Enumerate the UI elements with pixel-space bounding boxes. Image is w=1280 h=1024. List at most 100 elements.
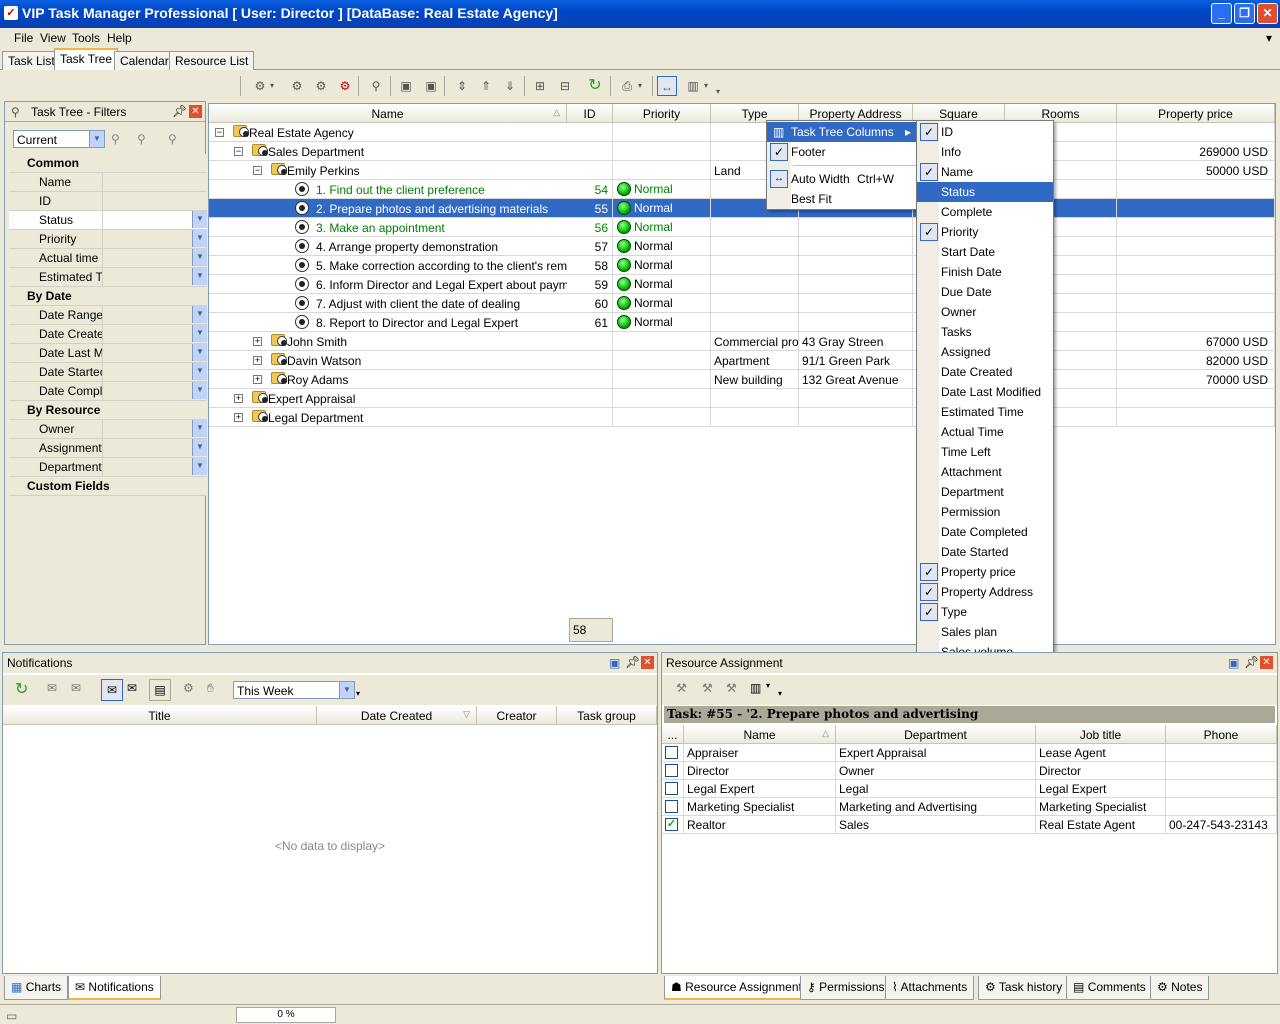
tree-row[interactable]: − Real Estate Agency [209, 123, 1275, 142]
view-task-icon[interactable]: ⚙ [183, 681, 194, 695]
tab-resource-list[interactable]: Resource List [169, 51, 255, 70]
column-toggle-item[interactable]: Sales plan [917, 622, 1053, 642]
column-header-name[interactable]: Name △ [684, 725, 836, 744]
filter-value[interactable]: ▼ [103, 363, 207, 381]
menu-task-tree-columns[interactable]: ▥ Task Tree Columns ▸ [767, 122, 917, 142]
menu-help[interactable]: Help [107, 31, 132, 45]
clear-filter-icon[interactable]: ⚲ [168, 132, 177, 146]
chevron-down-icon[interactable]: ▼ [192, 249, 207, 266]
filter-row[interactable]: Date Last M ▼ [9, 344, 207, 363]
tree-row[interactable]: 54 Normal 1. Find out the client preferenc… [209, 180, 1275, 199]
tab-notes[interactable]: ⚙ Notes [1150, 976, 1210, 1000]
column-toggle-item[interactable]: Estimated Time [917, 402, 1053, 422]
close-notifications-icon[interactable]: ✕ [641, 656, 654, 669]
resource-checkbox[interactable] [665, 800, 678, 813]
tree-row[interactable]: 58 Normal 5. Make correction according to … [209, 256, 1275, 275]
tab-charts[interactable]: ▦ Charts [4, 976, 69, 1000]
add-task-dropdown-icon[interactable]: ▾ [266, 76, 278, 96]
refresh-icon[interactable]: ↻ [585, 76, 605, 96]
chevron-down-icon[interactable]: ▼ [192, 458, 207, 475]
edit-resource-icon[interactable]: ⚒ [726, 681, 737, 695]
filter-row[interactable]: Date Range ▼ [9, 306, 207, 325]
expand-icon[interactable]: − [234, 147, 243, 156]
collapse-all-icon[interactable]: ⊟ [555, 76, 575, 96]
resource-row[interactable]: Appraiser Expert Appraisal Lease Agent [662, 744, 1277, 762]
column-toggle-item[interactable]: Start Date [917, 242, 1053, 262]
resource-row[interactable]: Director Owner Director [662, 762, 1277, 780]
filter-icon[interactable]: ⚲ [366, 76, 386, 96]
expand-icon[interactable]: − [215, 128, 224, 137]
resource-checkbox-cell[interactable] [662, 762, 684, 780]
expand-icon[interactable]: + [234, 394, 243, 403]
tree-row[interactable]: 56 Normal 3. Make an appointment [209, 218, 1275, 237]
column-toggle-item[interactable]: Owner [917, 302, 1053, 322]
chevron-down-icon[interactable]: ▼ [192, 211, 207, 228]
menu-best-fit[interactable]: Best Fit [767, 189, 917, 209]
column-header-name[interactable]: Name △ [209, 104, 567, 123]
filter-value[interactable]: ▼ [103, 211, 207, 229]
move-down-icon[interactable]: ⇓ [500, 76, 520, 96]
columns-dropdown-icon[interactable]: ▾ [766, 681, 770, 690]
tree-row[interactable]: 269000 USD − Sales Department [209, 142, 1275, 161]
column-header-date-created[interactable]: Date Created ▽ [317, 706, 477, 725]
tab-permissions[interactable]: ⚷ Permissions [800, 976, 892, 1000]
close-resource-icon[interactable]: ✕ [1260, 656, 1273, 669]
column-toggle-item[interactable]: Department [917, 482, 1053, 502]
menu-footer[interactable]: ✓ Footer [767, 142, 917, 162]
toolbar-options-icon[interactable]: ▾ [356, 689, 360, 698]
tab-calendar[interactable]: Calendar [114, 51, 175, 70]
auto-width-icon[interactable]: ↔ [657, 76, 677, 96]
chevron-down-icon[interactable]: ▼ [192, 382, 207, 399]
move-updown-icon[interactable]: ⇕ [452, 76, 472, 96]
filter-row[interactable]: Priority ▼ [9, 230, 207, 249]
column-toggle-item[interactable]: Finish Date [917, 262, 1053, 282]
chevron-down-icon[interactable]: ▼ [192, 420, 207, 437]
column-toggle-item[interactable]: Due Date [917, 282, 1053, 302]
edit-task-icon[interactable]: ⚙ [311, 76, 331, 96]
column-header-priority[interactable]: Priority [613, 104, 711, 123]
tab-attachments[interactable]: ⌇ Attachments [885, 976, 975, 1000]
filter-row[interactable]: Date Startec ▼ [9, 363, 207, 382]
menu-file[interactable]: File [14, 31, 33, 45]
delete-task-icon[interactable]: ⚙ [335, 76, 355, 96]
resource-checkbox-cell[interactable] [662, 780, 684, 798]
filter-category[interactable]: −By Date [9, 287, 207, 306]
task-folder-icon[interactable]: ▣ [396, 76, 416, 96]
filter-value[interactable]: ▼ [103, 306, 207, 324]
menu-chevron-icon[interactable]: ▾ [1266, 31, 1272, 45]
column-toggle-item[interactable]: Permission [917, 502, 1053, 522]
restore-icon[interactable]: ▣ [1228, 656, 1239, 670]
tab-task-list[interactable]: Task List [2, 51, 61, 70]
chevron-down-icon[interactable]: ▼ [192, 306, 207, 323]
chevron-down-icon[interactable]: ▼ [192, 344, 207, 361]
tree-row[interactable]: Land 50000 USD − Emily Perkins [209, 161, 1275, 180]
pin-icon[interactable]: 📌︎ [172, 104, 187, 118]
column-header-job-title[interactable]: Job title [1036, 725, 1166, 744]
expand-all-icon[interactable]: ⊞ [530, 76, 550, 96]
tree-row[interactable]: + Legal Department [209, 408, 1275, 427]
restore-icon[interactable]: ▣ [609, 656, 620, 670]
tab-notifications[interactable]: ✉ Notifications [68, 976, 161, 1000]
expand-icon[interactable]: + [253, 337, 262, 346]
column-header-department[interactable]: Department [836, 725, 1036, 744]
chevron-down-icon[interactable]: ▼ [192, 439, 207, 456]
tab-task-tree[interactable]: Task Tree [54, 48, 119, 70]
filter-row[interactable]: Date Create ▼ [9, 325, 207, 344]
close-filters-icon[interactable]: ✕ [189, 105, 202, 118]
filter-row[interactable]: Department ▼ [9, 458, 207, 477]
toolbar-options-icon[interactable]: ▾ [778, 689, 782, 698]
resource-row[interactable]: ✓ Realtor Sales Real Estate Agent 00-247-543… [662, 816, 1277, 834]
column-header-id[interactable]: ID [567, 104, 613, 123]
tree-row[interactable]: 57 Normal 4. Arrange property demonstratio… [209, 237, 1275, 256]
tree-row[interactable]: 59 Normal 6. Inform Director and Legal Exp… [209, 275, 1275, 294]
tab-comments[interactable]: ▤ Comments [1066, 976, 1153, 1000]
chevron-down-icon[interactable]: ▼ [192, 230, 207, 247]
columns-icon[interactable]: ▥ [750, 681, 761, 695]
inbox-icon[interactable]: ✉ [101, 679, 123, 701]
add-subtask-icon[interactable]: ⚙ [287, 76, 307, 96]
resource-checkbox[interactable] [665, 782, 678, 795]
expand-icon[interactable]: + [253, 356, 262, 365]
filter-row[interactable]: ID [9, 192, 207, 211]
mark-unread-icon[interactable]: ✉ [71, 681, 81, 695]
columns-dropdown-icon[interactable]: ▾ [700, 76, 712, 96]
